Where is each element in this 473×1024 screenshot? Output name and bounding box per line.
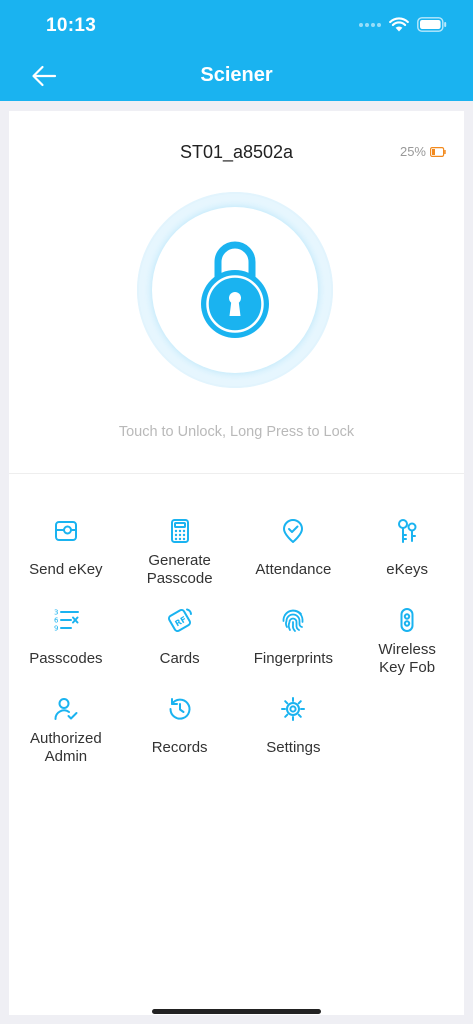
menu-attendance[interactable]: Attendance (237, 516, 351, 605)
menu-fingerprints[interactable]: Fingerprints (237, 605, 351, 694)
status-icons (359, 17, 447, 32)
rf-card-icon: RF (166, 605, 194, 635)
lock-button[interactable] (137, 192, 333, 388)
svg-text:6: 6 (54, 617, 59, 625)
gear-icon (279, 694, 307, 724)
lock-hint: Touch to Unlock, Long Press to Lock (118, 424, 355, 440)
key-fob-icon (393, 605, 421, 635)
lock-card: ST01_a8502a 25% Touch to Unlock, Long Pr (9, 111, 464, 1015)
status-battery-icon (417, 17, 447, 32)
menu-settings[interactable]: Settings (237, 694, 351, 783)
menu-label: Settings (266, 739, 321, 756)
menu-label: Wireless Key Fob (378, 641, 436, 676)
menu-label: Authorized Admin (30, 730, 102, 765)
send-ekey-icon (52, 516, 80, 546)
menu-label: eKeys (386, 561, 428, 578)
menu-passcodes[interactable]: 3 6 9 Passcodes (9, 605, 123, 694)
passcode-list-icon: 3 6 9 (52, 605, 80, 635)
fingerprint-icon (279, 605, 307, 635)
padlock-icon (201, 241, 269, 338)
menu-label: Attendance (255, 561, 332, 578)
menu-records[interactable]: Records (123, 694, 237, 783)
battery-low-icon (430, 146, 446, 157)
menu-cards[interactable]: RF Cards (123, 605, 237, 694)
page-title: Sciener (200, 64, 273, 86)
menu-ekeys[interactable]: eKeys (350, 516, 464, 605)
menu-generate-passcode[interactable]: Generate Passcode (123, 516, 237, 605)
status-time: 10:13 (46, 15, 97, 36)
menu-label: Generate Passcode (146, 552, 213, 587)
menu-label: Records (151, 739, 208, 756)
menu-authorized-admin[interactable]: Authorized Admin (9, 694, 123, 783)
admin-user-icon (52, 694, 80, 724)
feature-grid: Send eKey Generate Passcode Attendance e… (9, 516, 464, 783)
menu-wireless-key-fob[interactable]: Wireless Key Fob (350, 605, 464, 694)
menu-send-ekey[interactable]: Send eKey (9, 516, 123, 605)
top-bar: 10:13 Sciener (0, 0, 473, 101)
svg-text:9: 9 (54, 625, 58, 633)
lock-button-inner (152, 207, 318, 373)
keypad-icon (166, 516, 194, 546)
history-icon (166, 694, 194, 724)
menu-label: Cards (159, 650, 200, 667)
keys-icon (393, 516, 421, 546)
wifi-icon (389, 17, 409, 32)
menu-label: Fingerprints (253, 650, 333, 667)
menu-label: Passcodes (29, 650, 103, 667)
battery-percent: 25% (399, 144, 426, 159)
divider (9, 473, 464, 474)
svg-text:3: 3 (54, 609, 58, 617)
device-name: ST01_a8502a (179, 142, 294, 162)
signal-icon (359, 22, 381, 27)
battery-status: 25% (400, 144, 446, 159)
menu-label: Send eKey (29, 561, 103, 578)
home-indicator[interactable] (152, 1009, 321, 1014)
attendance-icon (279, 516, 307, 546)
screen: 10:13 Sciener ST01_a8502a 25% Touch to U… (0, 0, 473, 1024)
